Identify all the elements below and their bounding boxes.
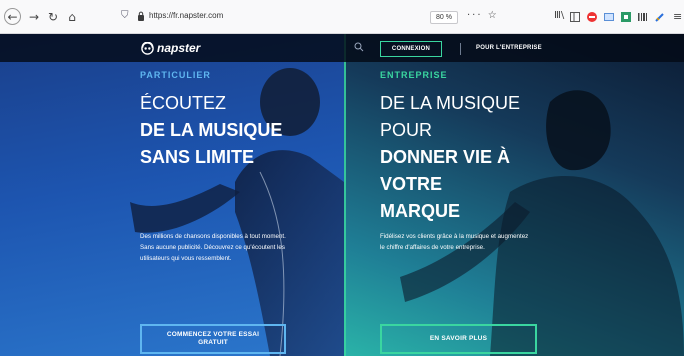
headline-line: DE LA MUSIQUE — [140, 120, 283, 140]
headline-line: POUR — [380, 120, 433, 140]
page-actions-menu[interactable]: ··· ☆ — [467, 10, 499, 21]
reload-icon[interactable]: ↻ — [45, 9, 61, 25]
search-icon[interactable] — [354, 42, 364, 52]
hamburger-menu-icon[interactable]: ≡ — [673, 10, 682, 23]
headline-line: DONNER VIE À — [380, 147, 511, 167]
panel-divider — [344, 34, 346, 356]
back-arrow-icon[interactable]: ← — [4, 8, 21, 25]
forward-arrow-icon[interactable]: → — [26, 9, 42, 25]
entreprise-description: Fidélisez vos clients grâce à la musique… — [380, 233, 529, 251]
barcode-icon[interactable] — [638, 12, 648, 22]
extension-green-icon[interactable] — [621, 12, 631, 22]
browser-toolbar: ← → ↻ ⌂ ⛉ https://fr.napster.com 80 % ··… — [0, 0, 684, 34]
particulier-headline: ÉCOUTEZ DE LA MUSIQUE SANS LIMITE — [140, 90, 340, 171]
connexion-button[interactable]: CONNEXION — [380, 41, 442, 57]
napster-cat-icon — [141, 41, 154, 55]
entreprise-headline: DE LA MUSIQUE POUR DONNER VIE À VOTRE MA… — [380, 90, 580, 225]
napster-page: napster CONNEXION POUR L'ENTREPRISE PART… — [0, 34, 684, 356]
adblock-icon[interactable] — [587, 12, 597, 22]
library-icon[interactable]: Ⅲ\ — [554, 10, 564, 21]
logo-text: napster — [157, 41, 201, 55]
headline-line: VOTRE — [380, 174, 443, 194]
url-text: https://fr.napster.com — [149, 11, 224, 20]
headline-line: DE LA MUSIQUE — [380, 93, 521, 113]
headline-line: ÉCOUTEZ — [140, 93, 227, 113]
site-header: napster CONNEXION POUR L'ENTREPRISE — [0, 34, 684, 62]
screenshot-icon[interactable] — [604, 12, 614, 22]
pour-entreprise-link[interactable]: POUR L'ENTREPRISE — [476, 45, 542, 51]
headline-line: MARQUE — [380, 201, 460, 221]
headline-line: SANS LIMITE — [140, 147, 255, 167]
lock-icon[interactable] — [137, 11, 145, 21]
nav-separator — [460, 43, 461, 55]
particulier-description: Des millions de chansons disponibles à t… — [140, 233, 286, 262]
pen-extension-icon[interactable] — [655, 12, 665, 22]
home-icon[interactable]: ⌂ — [64, 9, 80, 25]
entreprise-eyebrow: ENTREPRISE — [380, 70, 448, 80]
napster-logo[interactable]: napster — [141, 41, 200, 55]
particulier-eyebrow: PARTICULIER — [140, 70, 211, 80]
start-trial-button[interactable]: COMMENCEZ VOTRE ESSAI GRATUIT — [140, 324, 286, 354]
sidebar-icon[interactable] — [570, 12, 580, 22]
zoom-indicator[interactable]: 80 % — [430, 11, 458, 24]
en-savoir-plus-button[interactable]: EN SAVOIR PLUS — [380, 324, 537, 354]
tracking-shield-icon[interactable]: ⛉ — [121, 10, 129, 21]
particulier-panel — [0, 34, 344, 356]
